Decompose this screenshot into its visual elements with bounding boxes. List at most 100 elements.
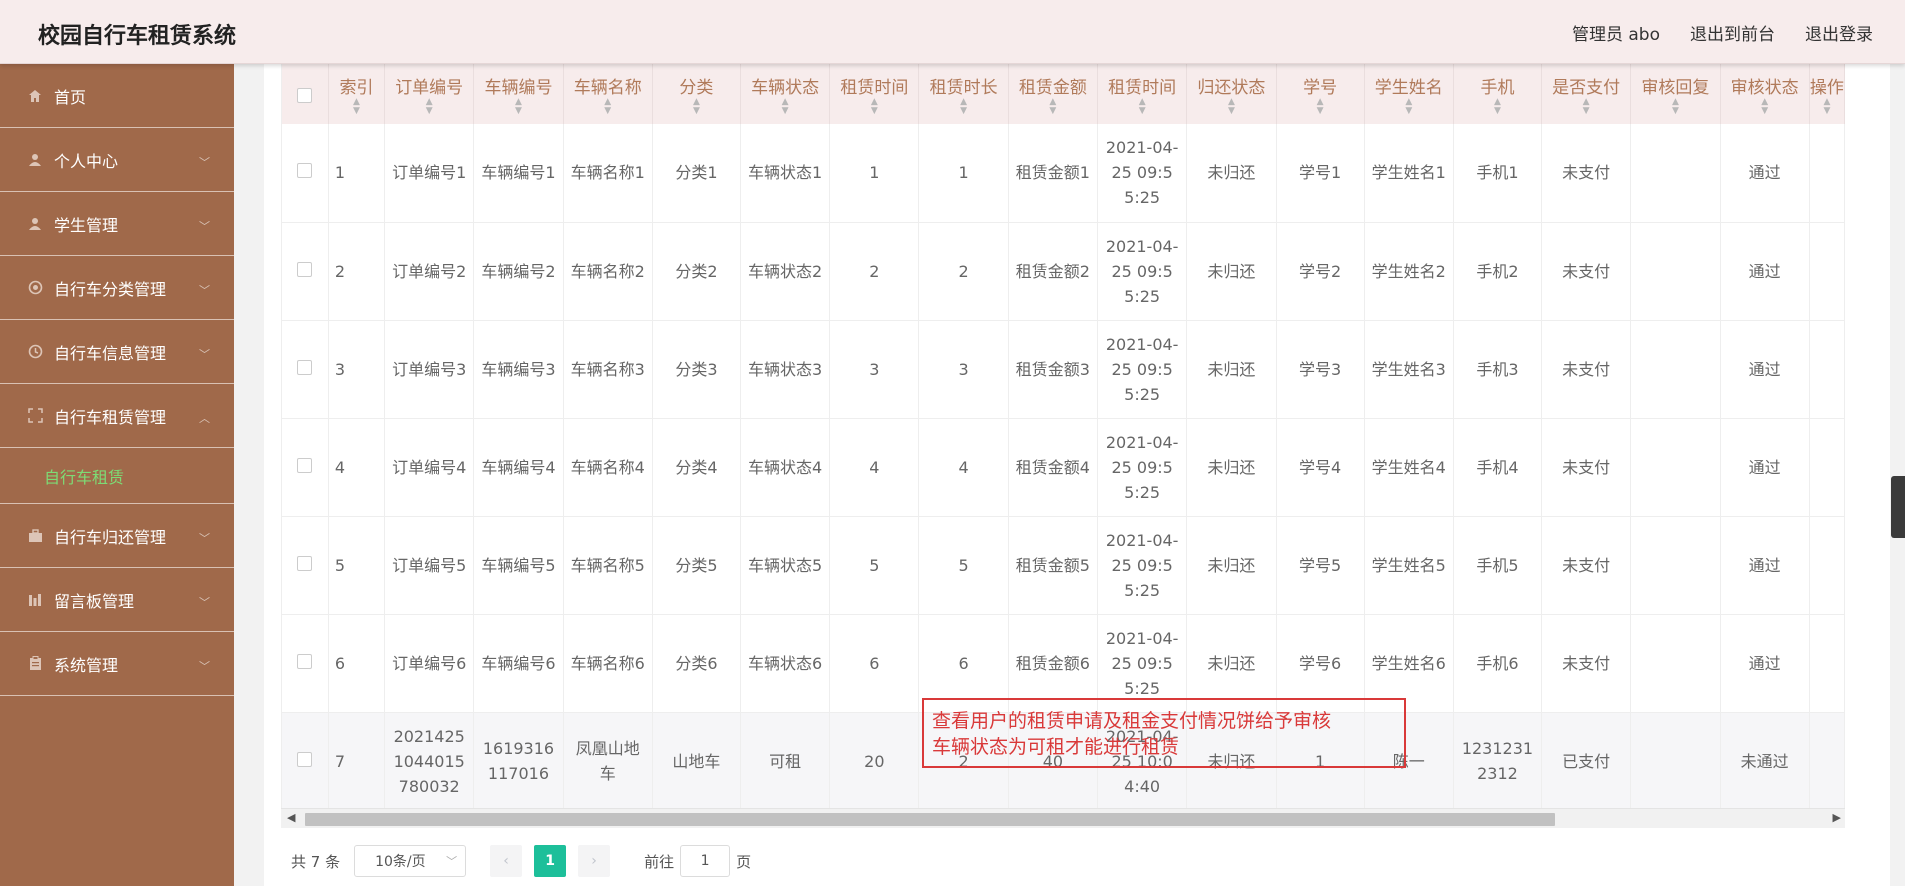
- sort-icon[interactable]: ▲ ▼: [653, 98, 740, 116]
- table-cell: 未归还: [1186, 418, 1277, 517]
- table-cell: 2021-04-25 09:55:25: [1097, 320, 1188, 419]
- select-all-header[interactable]: [282, 64, 329, 124]
- row-checkbox[interactable]: [297, 555, 313, 571]
- table-row[interactable]: 1 订单编号1 车辆编号1 车辆名称1 分类1 车辆状态1 1 1 租赁金额1 2021-04-2…: [282, 124, 1845, 223]
- sidebar-item-return-management[interactable]: 自行车归还管理 ﹀: [0, 504, 234, 568]
- logout-link[interactable]: 退出登录: [1805, 20, 1873, 45]
- table-cell: 订单编号1: [384, 124, 475, 223]
- page-size-select[interactable]: 10条/页 ﹀: [354, 845, 467, 877]
- sort-icon[interactable]: ▲ ▼: [1631, 98, 1719, 116]
- sort-icon[interactable]: ▲ ▼: [741, 98, 829, 116]
- row-select-cell[interactable]: [282, 712, 329, 811]
- sidebar-item-home[interactable]: 首页: [0, 64, 234, 128]
- chevron-down-icon: ﹀: [199, 220, 210, 233]
- table-cell: [1630, 418, 1721, 517]
- table-cell-actions: [1809, 516, 1845, 615]
- column-header[interactable]: 审核回复 ▲ ▼: [1630, 64, 1721, 124]
- table-cell: 1: [328, 124, 386, 223]
- table-cell: 6: [328, 614, 386, 713]
- column-header[interactable]: 操作 ▲ ▼: [1809, 64, 1845, 124]
- table-row[interactable]: 3 订单编号3 车辆编号3 车辆名称3 分类3 车辆状态3 3 3 租赁金额3 2021-04-2…: [282, 320, 1845, 419]
- column-header[interactable]: 车辆状态 ▲ ▼: [740, 64, 831, 124]
- scrollbar-thumb[interactable]: [305, 813, 1555, 826]
- table-cell: 车辆名称4: [563, 418, 653, 517]
- sort-icon[interactable]: ▲ ▼: [1542, 98, 1630, 116]
- table-cell: [1630, 614, 1721, 713]
- briefcase-icon: [26, 527, 44, 545]
- sidebar-item-bike-info-management[interactable]: 自行车信息管理 ﹀: [0, 320, 234, 384]
- table-row[interactable]: 4 订单编号4 车辆编号4 车辆名称4 分类4 车辆状态4 4 4 租赁金额4 2021-04-2…: [282, 418, 1845, 517]
- table-row[interactable]: 2 订单编号2 车辆编号2 车辆名称2 分类2 车辆状态2 2 2 租赁金额2 2021-04-2…: [282, 222, 1845, 321]
- sidebar-item-system-management[interactable]: 系统管理 ﹀: [0, 632, 234, 696]
- row-checkbox[interactable]: [297, 457, 313, 473]
- column-header[interactable]: 车辆名称 ▲ ▼: [563, 64, 653, 124]
- row-select-cell[interactable]: [282, 222, 329, 321]
- sort-icon[interactable]: ▲ ▼: [1365, 98, 1453, 116]
- sort-icon[interactable]: ▲ ▼: [1810, 98, 1844, 116]
- sort-icon[interactable]: ▲ ▼: [1277, 98, 1364, 116]
- sidebar-item-rental-management[interactable]: 自行车租赁管理 ︿: [0, 384, 234, 448]
- select-all-checkbox[interactable]: [297, 88, 313, 103]
- row-checkbox[interactable]: [297, 163, 313, 179]
- row-checkbox[interactable]: [297, 653, 313, 669]
- column-header[interactable]: 索引 ▲ ▼: [328, 64, 386, 124]
- row-select-cell[interactable]: [282, 418, 329, 517]
- table-cell: 分类5: [652, 516, 741, 615]
- table-cell: 3: [918, 320, 1009, 419]
- sidebar-item-message-board[interactable]: 留言板管理 ﹀: [0, 568, 234, 632]
- table-cell: 通过: [1720, 516, 1810, 615]
- column-header[interactable]: 手机 ▲ ▼: [1453, 64, 1543, 124]
- row-select-cell[interactable]: [282, 614, 329, 713]
- column-header[interactable]: 租赁时间 ▲ ▼: [829, 64, 920, 124]
- sort-icon[interactable]: ▲ ▼: [474, 98, 562, 116]
- column-header[interactable]: 学生姓名 ▲ ▼: [1364, 64, 1454, 124]
- table-cell: [1630, 124, 1721, 223]
- sort-icon[interactable]: ▲ ▼: [1098, 98, 1186, 116]
- sort-icon[interactable]: ▲ ▼: [1454, 98, 1541, 116]
- side-drawer-handle[interactable]: [1891, 476, 1905, 538]
- prev-page-button[interactable]: ‹: [490, 845, 523, 877]
- sort-icon[interactable]: ▲ ▼: [1187, 98, 1275, 116]
- row-select-cell[interactable]: [282, 320, 329, 419]
- row-select-cell[interactable]: [282, 124, 329, 223]
- sort-icon[interactable]: ▲ ▼: [329, 98, 384, 116]
- sort-icon[interactable]: ▲ ▼: [385, 98, 473, 116]
- column-header[interactable]: 订单编号 ▲ ▼: [384, 64, 475, 124]
- sidebar-item-student-management[interactable]: 学生管理 ﹀: [0, 192, 234, 256]
- column-header[interactable]: 租赁金额 ▲ ▼: [1008, 64, 1099, 124]
- table-cell: 未支付: [1541, 222, 1632, 321]
- table-row[interactable]: 5 订单编号5 车辆编号5 车辆名称5 分类5 车辆状态5 5 5 租赁金额5 2021-04-2…: [282, 516, 1845, 615]
- column-header[interactable]: 学号 ▲ ▼: [1276, 64, 1365, 124]
- sort-icon[interactable]: ▲ ▼: [1721, 98, 1809, 116]
- row-select-cell[interactable]: [282, 516, 329, 615]
- column-header[interactable]: 车辆编号 ▲ ▼: [473, 64, 564, 124]
- sort-icon[interactable]: ▲ ▼: [1009, 98, 1097, 116]
- row-checkbox[interactable]: [297, 751, 313, 767]
- row-checkbox[interactable]: [297, 261, 313, 277]
- horizontal-scrollbar[interactable]: ◀ ▶: [281, 808, 1845, 828]
- column-header-label: 学号: [1303, 78, 1338, 98]
- table-cell: 租赁金额5: [1008, 516, 1099, 615]
- column-header-label: 车辆名称: [573, 78, 642, 98]
- scroll-right-icon[interactable]: ▶: [1833, 811, 1841, 824]
- column-header[interactable]: 归还状态 ▲ ▼: [1186, 64, 1277, 124]
- scroll-left-icon[interactable]: ◀: [287, 811, 295, 824]
- column-header[interactable]: 分类 ▲ ▼: [652, 64, 741, 124]
- column-header[interactable]: 租赁时间 ▲ ▼: [1097, 64, 1188, 124]
- next-page-button[interactable]: ›: [578, 845, 611, 877]
- sidebar-item-category-management[interactable]: 自行车分类管理 ﹀: [0, 256, 234, 320]
- page-number-current[interactable]: 1: [534, 845, 567, 877]
- row-checkbox[interactable]: [297, 359, 313, 375]
- table-cell: 2: [918, 222, 1009, 321]
- sort-icon[interactable]: ▲ ▼: [564, 98, 652, 116]
- column-header[interactable]: 是否支付 ▲ ▼: [1541, 64, 1632, 124]
- column-header[interactable]: 审核状态 ▲ ▼: [1720, 64, 1810, 124]
- column-header[interactable]: 租赁时长 ▲ ▼: [918, 64, 1009, 124]
- table-cell: 5: [918, 516, 1009, 615]
- sidebar-subitem-bike-rental[interactable]: 自行车租赁: [0, 448, 234, 504]
- sort-icon[interactable]: ▲ ▼: [830, 98, 918, 116]
- sort-icon[interactable]: ▲ ▼: [919, 98, 1007, 116]
- exit-to-front-link[interactable]: 退出到前台: [1690, 20, 1775, 45]
- goto-page-input[interactable]: 1: [680, 845, 731, 877]
- sidebar-item-personal-center[interactable]: 个人中心 ﹀: [0, 128, 234, 192]
